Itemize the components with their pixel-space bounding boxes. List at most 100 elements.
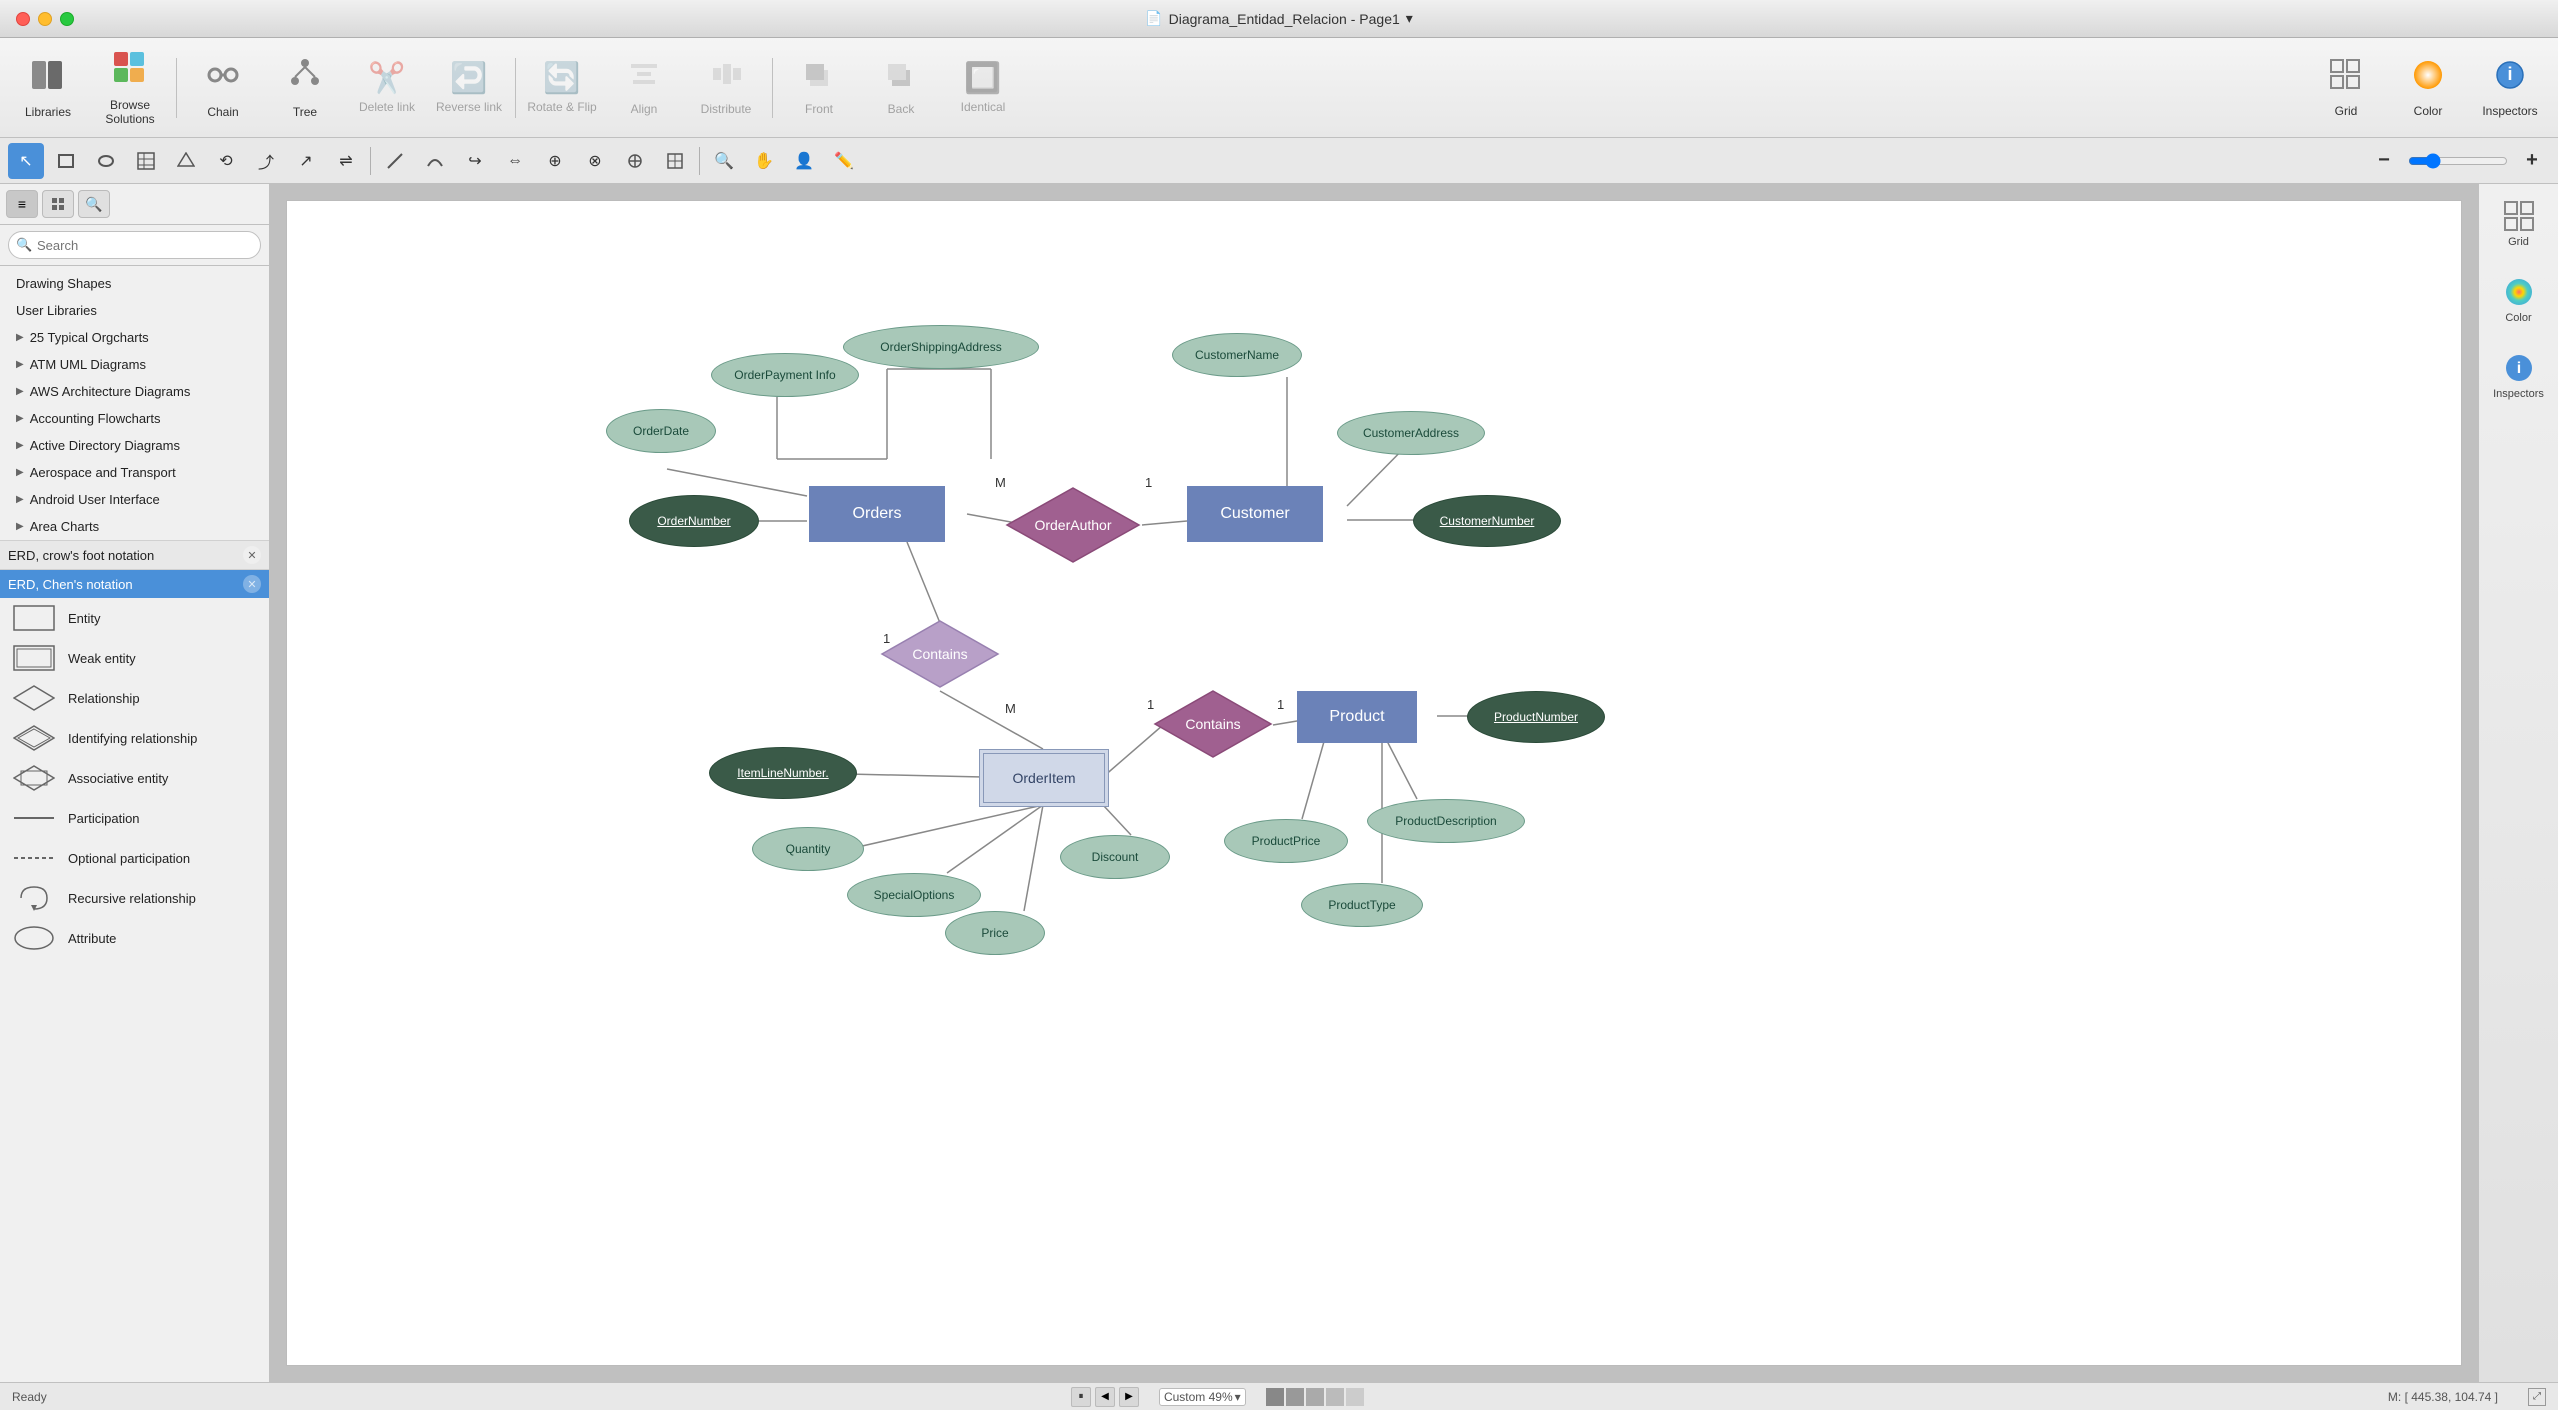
node-customername[interactable]: CustomerName xyxy=(1172,333,1302,377)
node-discount[interactable]: Discount xyxy=(1060,835,1170,879)
right-inspectors-button[interactable]: i Inspectors xyxy=(2484,346,2554,406)
reverse-link-button[interactable]: ↩️ Reverse link xyxy=(429,44,509,132)
node-productnumber[interactable]: ProductNumber xyxy=(1467,691,1605,743)
ellipse-tool[interactable] xyxy=(88,143,124,179)
right-color-button[interactable]: Color xyxy=(2484,270,2554,330)
node-customernumber[interactable]: CustomerNumber xyxy=(1413,495,1561,547)
shape1-tool[interactable] xyxy=(168,143,204,179)
node-orderdate[interactable]: OrderDate xyxy=(606,409,716,453)
connector5-tool[interactable] xyxy=(657,143,693,179)
sidebar-item-aerospace[interactable]: ▶ Aerospace and Transport xyxy=(0,459,269,486)
fit-button[interactable]: ⤢ xyxy=(2528,1388,2546,1406)
connector2-tool[interactable]: ⊕ xyxy=(537,143,573,179)
node-customeraddress[interactable]: CustomerAddress xyxy=(1337,411,1485,455)
node-productdescription[interactable]: ProductDescription xyxy=(1367,799,1525,843)
table-tool[interactable] xyxy=(128,143,164,179)
node-orderauthor[interactable]: OrderAuthor xyxy=(1005,486,1141,564)
sidebar-item-user-libraries[interactable]: User Libraries xyxy=(0,297,269,324)
libraries-button[interactable]: Libraries xyxy=(8,44,88,132)
page-size-3[interactable] xyxy=(1306,1388,1324,1406)
distribute-button[interactable]: Distribute xyxy=(686,44,766,132)
node-ordernumber[interactable]: OrderNumber xyxy=(629,495,759,547)
pen-tool[interactable]: ✏️ xyxy=(826,143,862,179)
tree-button[interactable]: Tree xyxy=(265,44,345,132)
color-button[interactable]: Color xyxy=(2388,44,2468,132)
shape5-tool[interactable]: ⇌ xyxy=(328,143,364,179)
erd-chens-section[interactable]: ERD, Chen's notation ✕ xyxy=(0,569,269,598)
sidebar-search-button[interactable]: 🔍 xyxy=(78,190,110,218)
chain-button[interactable]: Chain xyxy=(183,44,263,132)
node-orders[interactable]: Orders xyxy=(809,486,945,542)
connector3-tool[interactable]: ⊗ xyxy=(577,143,613,179)
page-size-1[interactable] xyxy=(1266,1388,1284,1406)
node-orderpayment[interactable]: OrderPayment Info xyxy=(711,353,859,397)
rotate-flip-button[interactable]: 🔄 Rotate & Flip xyxy=(522,44,602,132)
node-contains1[interactable]: Contains xyxy=(880,619,1000,689)
node-specialoptions[interactable]: SpecialOptions xyxy=(847,873,981,917)
shape3-tool[interactable]: ⤴ xyxy=(248,143,284,179)
sidebar-item-drawing-shapes[interactable]: Drawing Shapes xyxy=(0,270,269,297)
canvas[interactable]: OrderShippingAddress OrderPayment Info C… xyxy=(286,200,2462,1366)
shape2-tool[interactable]: ⟲ xyxy=(208,143,244,179)
page-size-4[interactable] xyxy=(1326,1388,1344,1406)
dropdown-icon[interactable]: ▾ xyxy=(1406,10,1413,27)
page-next-button[interactable]: ▶ xyxy=(1119,1387,1139,1407)
line-tool[interactable] xyxy=(377,143,413,179)
node-producttype[interactable]: ProductType xyxy=(1301,883,1423,927)
close-button[interactable] xyxy=(16,12,30,26)
list-view-button[interactable]: ≡ xyxy=(6,190,38,218)
curve-tool[interactable] xyxy=(417,143,453,179)
page-prev-button[interactable]: ◀ xyxy=(1095,1387,1115,1407)
page-size-2[interactable] xyxy=(1286,1388,1304,1406)
sidebar-item-active-dir[interactable]: ▶ Active Directory Diagrams xyxy=(0,432,269,459)
shape-optional-part[interactable]: Optional participation xyxy=(0,838,269,878)
minimize-button[interactable] xyxy=(38,12,52,26)
node-orderitem[interactable]: OrderItem xyxy=(979,749,1109,807)
zoom-slider[interactable] xyxy=(2408,153,2508,169)
node-itemlinenumber[interactable]: ItemLineNumber. xyxy=(709,747,857,799)
shape-participation[interactable]: Participation xyxy=(0,798,269,838)
maximize-button[interactable] xyxy=(60,12,74,26)
shape4-tool[interactable]: ↗ xyxy=(288,143,324,179)
sidebar-item-atm-uml[interactable]: ▶ ATM UML Diagrams xyxy=(0,351,269,378)
erd-crows-foot-section[interactable]: ERD, crow's foot notation ✕ xyxy=(0,540,269,569)
zoom-select[interactable]: Custom 49% ▾ xyxy=(1159,1388,1246,1406)
front-button[interactable]: Front xyxy=(779,44,859,132)
node-product[interactable]: Product xyxy=(1297,691,1417,743)
connector1-tool[interactable]: ⇔ xyxy=(497,143,533,179)
page-pause-button[interactable]: ⏸ xyxy=(1071,1387,1091,1407)
sidebar-item-aws-arch[interactable]: ▶ AWS Architecture Diagrams xyxy=(0,378,269,405)
person-tool[interactable]: 👤 xyxy=(786,143,822,179)
delete-link-button[interactable]: ✂️ Delete link xyxy=(347,44,427,132)
elbow-tool[interactable]: ↪ xyxy=(457,143,493,179)
node-quantity[interactable]: Quantity xyxy=(752,827,864,871)
shape-attribute[interactable]: Attribute xyxy=(0,918,269,958)
align-button[interactable]: Align xyxy=(604,44,684,132)
rectangle-tool[interactable] xyxy=(48,143,84,179)
shape-entity[interactable]: Entity xyxy=(0,598,269,638)
shape-associative[interactable]: Associative entity xyxy=(0,758,269,798)
node-contains2[interactable]: Contains xyxy=(1153,689,1273,759)
select-tool[interactable]: ↖ xyxy=(8,143,44,179)
shape-identifying-rel[interactable]: Identifying relationship xyxy=(0,718,269,758)
node-productprice[interactable]: ProductPrice xyxy=(1224,819,1348,863)
sidebar-item-android[interactable]: ▶ Android User Interface xyxy=(0,486,269,513)
shape-relationship[interactable]: Relationship xyxy=(0,678,269,718)
browse-solutions-button[interactable]: Browse Solutions xyxy=(90,44,170,132)
sidebar-item-25-typical[interactable]: ▶ 25 Typical Orgcharts xyxy=(0,324,269,351)
sidebar-item-accounting[interactable]: ▶ Accounting Flowcharts xyxy=(0,405,269,432)
node-ordershipping[interactable]: OrderShippingAddress xyxy=(843,325,1039,369)
search-input[interactable] xyxy=(8,231,261,259)
identical-button[interactable]: 🔲 Identical xyxy=(943,44,1023,132)
connector4-tool[interactable] xyxy=(617,143,653,179)
erd-chens-close[interactable]: ✕ xyxy=(243,575,261,593)
inspectors-button[interactable]: i Inspectors xyxy=(2470,44,2550,132)
node-price[interactable]: Price xyxy=(945,911,1045,955)
zoom-in-button[interactable]: + xyxy=(2514,143,2550,179)
node-customer[interactable]: Customer xyxy=(1187,486,1323,542)
back-button[interactable]: Back xyxy=(861,44,941,132)
sidebar-item-area-charts[interactable]: ▶ Area Charts xyxy=(0,513,269,540)
erd-crows-close[interactable]: ✕ xyxy=(243,546,261,564)
grid-button[interactable]: Grid xyxy=(2306,44,2386,132)
pan-tool[interactable]: ✋ xyxy=(746,143,782,179)
